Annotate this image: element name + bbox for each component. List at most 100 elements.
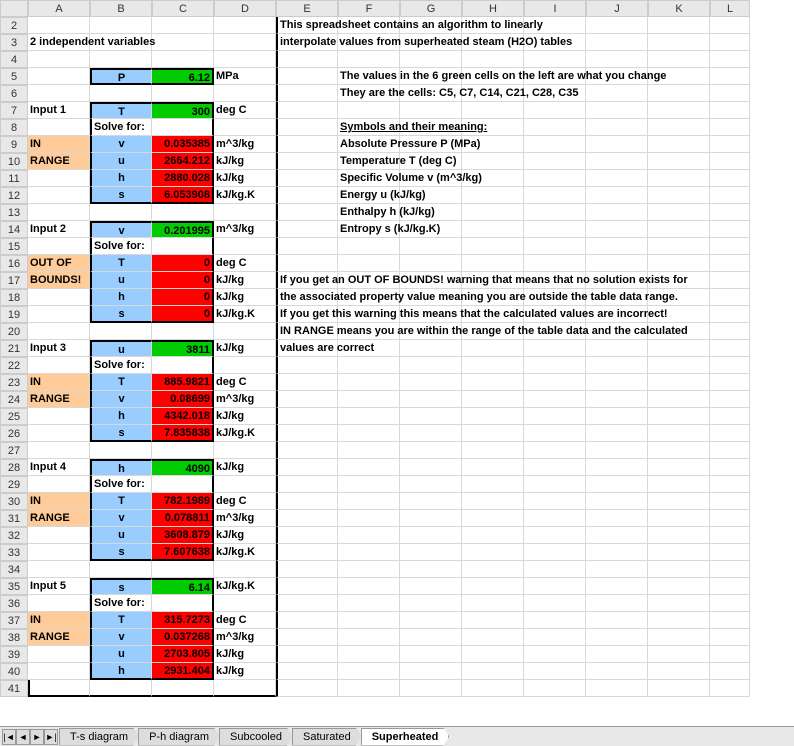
cell[interactable] xyxy=(276,459,338,476)
cell[interactable] xyxy=(524,629,586,646)
cell[interactable] xyxy=(648,663,710,680)
cell[interactable] xyxy=(710,85,750,102)
cell[interactable] xyxy=(586,102,648,119)
cell[interactable] xyxy=(276,357,338,374)
cell[interactable] xyxy=(648,561,710,578)
cell[interactable] xyxy=(28,187,90,204)
cell[interactable] xyxy=(524,663,586,680)
cell[interactable] xyxy=(586,561,648,578)
cell[interactable] xyxy=(710,136,750,153)
cell[interactable] xyxy=(586,153,648,170)
cell[interactable] xyxy=(710,187,750,204)
cell[interactable] xyxy=(276,391,338,408)
cell[interactable] xyxy=(338,680,400,697)
cell[interactable] xyxy=(586,391,648,408)
cell[interactable] xyxy=(710,510,750,527)
cell[interactable] xyxy=(648,425,710,442)
cell[interactable] xyxy=(710,289,750,306)
cell[interactable] xyxy=(462,646,524,663)
cell[interactable] xyxy=(276,629,338,646)
row-header[interactable]: 8 xyxy=(0,119,28,136)
cell[interactable] xyxy=(276,578,338,595)
row-header[interactable]: 28 xyxy=(0,459,28,476)
row-header[interactable]: 10 xyxy=(0,153,28,170)
cell[interactable] xyxy=(400,357,462,374)
cell[interactable] xyxy=(338,612,400,629)
cell[interactable] xyxy=(28,544,90,561)
cell[interactable] xyxy=(152,85,214,102)
cell[interactable] xyxy=(462,510,524,527)
cell[interactable] xyxy=(276,204,338,221)
row-header[interactable]: 12 xyxy=(0,187,28,204)
cell[interactable] xyxy=(28,663,90,680)
row-header[interactable]: 41 xyxy=(0,680,28,697)
cell[interactable] xyxy=(28,68,90,85)
row-header[interactable]: 11 xyxy=(0,170,28,187)
row-header[interactable]: 40 xyxy=(0,663,28,680)
cell[interactable] xyxy=(276,493,338,510)
param-input[interactable]: 300 xyxy=(152,102,214,119)
nav-last-button[interactable]: ►| xyxy=(44,729,58,745)
cell[interactable] xyxy=(276,561,338,578)
cell[interactable] xyxy=(338,561,400,578)
row-header[interactable]: 35 xyxy=(0,578,28,595)
cell[interactable] xyxy=(586,357,648,374)
cell[interactable] xyxy=(338,629,400,646)
cell[interactable] xyxy=(524,408,586,425)
cell[interactable] xyxy=(586,578,648,595)
row-header[interactable]: 5 xyxy=(0,68,28,85)
nav-first-button[interactable]: |◄ xyxy=(2,729,16,745)
col-header[interactable]: A xyxy=(28,0,90,17)
cell[interactable] xyxy=(586,595,648,612)
cell[interactable] xyxy=(524,136,586,153)
cell[interactable] xyxy=(586,476,648,493)
cell[interactable] xyxy=(524,340,586,357)
cell[interactable] xyxy=(276,187,338,204)
cell[interactable] xyxy=(524,510,586,527)
cell[interactable] xyxy=(28,646,90,663)
cell[interactable] xyxy=(214,85,276,102)
cell[interactable] xyxy=(710,306,750,323)
col-header[interactable]: I xyxy=(524,0,586,17)
cell[interactable] xyxy=(710,374,750,391)
cell[interactable] xyxy=(338,102,400,119)
cell[interactable] xyxy=(648,255,710,272)
cell[interactable] xyxy=(276,221,338,238)
cell[interactable] xyxy=(648,119,710,136)
col-header[interactable]: L xyxy=(710,0,750,17)
cell[interactable] xyxy=(648,17,710,34)
cell[interactable] xyxy=(462,425,524,442)
cell[interactable] xyxy=(338,374,400,391)
cell[interactable] xyxy=(28,51,90,68)
cell[interactable] xyxy=(400,510,462,527)
row-header[interactable]: 19 xyxy=(0,306,28,323)
cell[interactable] xyxy=(276,136,338,153)
cell[interactable] xyxy=(524,578,586,595)
cell[interactable] xyxy=(648,51,710,68)
cell[interactable] xyxy=(400,425,462,442)
cell[interactable] xyxy=(710,544,750,561)
cell[interactable] xyxy=(524,238,586,255)
sheet-tab[interactable]: Superheated xyxy=(361,728,450,746)
param-input[interactable]: 4090 xyxy=(152,459,214,476)
cell[interactable] xyxy=(710,119,750,136)
cell[interactable] xyxy=(276,612,338,629)
cell[interactable] xyxy=(524,612,586,629)
cell[interactable] xyxy=(710,357,750,374)
cell[interactable] xyxy=(276,51,338,68)
cell[interactable] xyxy=(338,493,400,510)
cell[interactable] xyxy=(338,255,400,272)
cell[interactable] xyxy=(586,646,648,663)
cell[interactable] xyxy=(152,680,214,697)
row-header[interactable]: 7 xyxy=(0,102,28,119)
cell[interactable] xyxy=(524,374,586,391)
cell[interactable] xyxy=(648,459,710,476)
cell[interactable] xyxy=(648,340,710,357)
cell[interactable] xyxy=(338,425,400,442)
cell[interactable] xyxy=(338,663,400,680)
cell[interactable] xyxy=(524,646,586,663)
cell[interactable] xyxy=(524,255,586,272)
cell[interactable] xyxy=(462,221,524,238)
cell[interactable] xyxy=(586,187,648,204)
cell[interactable] xyxy=(338,459,400,476)
